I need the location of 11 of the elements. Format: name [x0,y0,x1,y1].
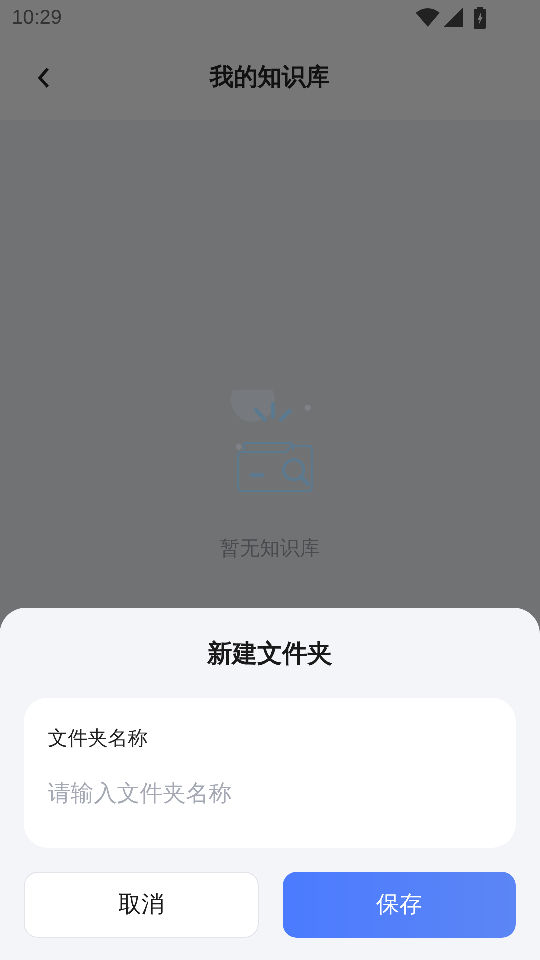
dialog-title: 新建文件夹 [208,639,332,670]
signal-icon [444,8,464,28]
save-button[interactable]: 保存 [283,872,516,938]
field-label: 文件夹名称 [48,726,149,752]
page-title: 我的知识库 [210,63,330,93]
back-icon [37,67,51,89]
wifi-icon [416,8,440,28]
battery-icon [474,7,488,29]
cancel-button[interactable]: 取消 [24,872,259,938]
folder-name-input[interactable]: 请输入文件夹名称 [48,774,492,814]
status-time: 10:29 [12,6,62,31]
